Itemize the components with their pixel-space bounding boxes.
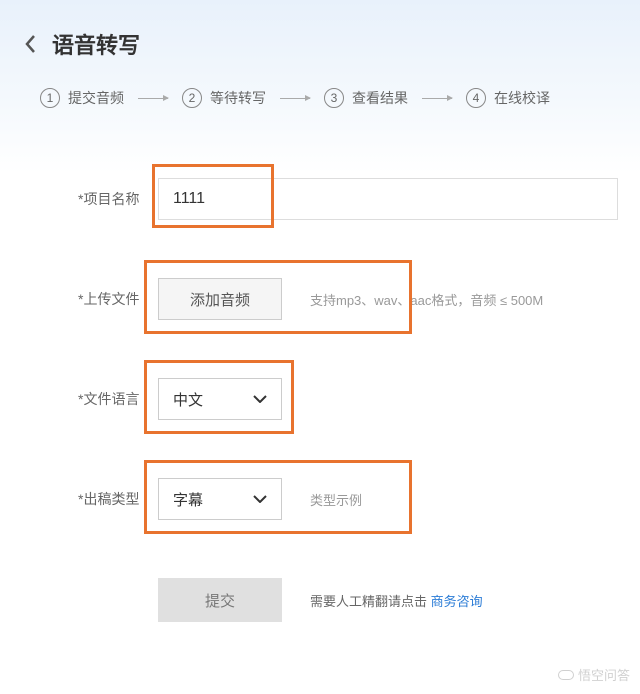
step-arrow-icon (280, 98, 310, 99)
step-number: 2 (182, 88, 202, 108)
project-name-label: *项目名称 (78, 189, 158, 209)
output-type-select[interactable]: 字幕 (158, 478, 282, 520)
watermark: 悟空问答 (558, 665, 630, 684)
chevron-down-icon (253, 495, 267, 503)
step-label: 在线校译 (494, 88, 550, 108)
step-number: 1 (40, 88, 60, 108)
add-audio-button[interactable]: 添加音频 (158, 278, 282, 320)
upload-hint: 支持mp3、wav、aac格式，音频 ≤ 500M (310, 290, 543, 309)
page-title: 语音转写 (52, 28, 140, 60)
output-type-value: 字幕 (173, 489, 203, 510)
step-3: 3 查看结果 (324, 88, 408, 108)
type-example-link[interactable]: 类型示例 (310, 490, 362, 509)
step-label: 提交音频 (68, 88, 124, 108)
step-label: 等待转写 (210, 88, 266, 108)
watermark-icon (558, 670, 574, 680)
footer-prefix: 需要人工精翻请点击 (310, 594, 431, 609)
language-select[interactable]: 中文 (158, 378, 282, 420)
step-4: 4 在线校译 (466, 88, 550, 108)
step-label: 查看结果 (352, 88, 408, 108)
steps-bar: 1 提交音频 2 等待转写 3 查看结果 4 在线校译 (0, 60, 640, 108)
back-icon[interactable] (24, 34, 36, 54)
step-2: 2 等待转写 (182, 88, 266, 108)
language-label: *文件语言 (78, 389, 158, 409)
submit-button[interactable]: 提交 (158, 578, 282, 622)
business-consult-link[interactable]: 商务咨询 (431, 594, 483, 609)
step-1: 1 提交音频 (40, 88, 124, 108)
step-number: 3 (324, 88, 344, 108)
upload-label: *上传文件 (78, 289, 158, 309)
output-type-label: *出稿类型 (78, 489, 158, 509)
step-arrow-icon (422, 98, 452, 99)
project-name-input[interactable] (158, 178, 618, 220)
chevron-down-icon (253, 395, 267, 403)
step-number: 4 (466, 88, 486, 108)
footer-text: 需要人工精翻请点击 商务咨询 (310, 591, 483, 610)
language-value: 中文 (173, 389, 203, 410)
watermark-text: 悟空问答 (578, 665, 630, 684)
step-arrow-icon (138, 98, 168, 99)
